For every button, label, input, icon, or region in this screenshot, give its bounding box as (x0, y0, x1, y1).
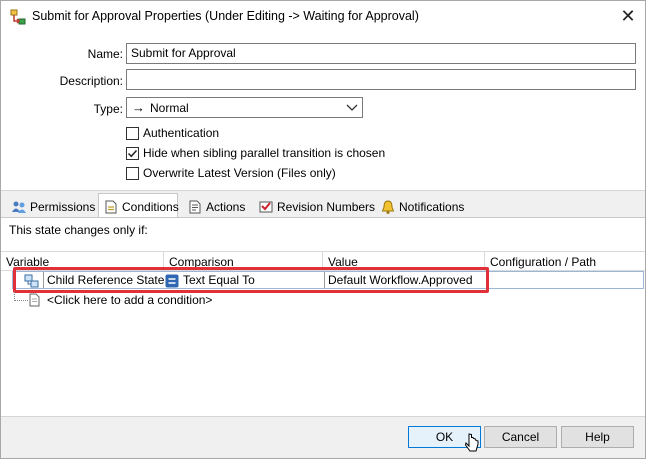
conditions-icon (103, 199, 119, 215)
overwrite-version-checkbox-row[interactable]: Overwrite Latest Version (Files only) (126, 165, 336, 181)
dialog-footer: OK Cancel Help (1, 416, 645, 458)
help-button[interactable]: Help (561, 426, 634, 448)
authentication-checkbox[interactable] (126, 126, 139, 140)
hide-sibling-checkbox-row[interactable]: Hide when sibling parallel transition is… (126, 145, 385, 161)
tab-permissions[interactable]: Permissions (7, 194, 95, 219)
tab-conditions-label: Conditions (122, 200, 179, 214)
conditions-panel: This state changes only if: Variable Com… (1, 217, 645, 416)
actions-icon (187, 199, 203, 215)
tab-conditions[interactable]: Conditions (98, 193, 179, 220)
cancel-button[interactable]: Cancel (484, 426, 557, 448)
hide-sibling-label: Hide when sibling parallel transition is… (143, 146, 386, 160)
tab-actions[interactable]: Actions (183, 194, 245, 219)
name-label: Name: (87, 47, 123, 61)
description-field[interactable] (126, 69, 636, 90)
properties-form: Name: Submit for Approval Description: T… (1, 32, 645, 189)
chevron-down-icon (346, 100, 358, 114)
tab-permissions-label: Permissions (30, 199, 96, 214)
new-condition-icon (28, 292, 42, 311)
tab-strip: Permissions Conditions Actions Revision … (1, 190, 645, 220)
conditions-intro: This state changes only if: (9, 223, 148, 237)
tree-connector (14, 292, 28, 301)
hide-sibling-checkbox[interactable] (126, 146, 139, 160)
add-condition-prompt: <Click here to add a condition> (47, 293, 213, 307)
mouse-cursor-icon (464, 433, 479, 458)
authentication-label: Authentication (143, 126, 220, 140)
authentication-checkbox-row[interactable]: Authentication (126, 125, 219, 141)
bell-icon (380, 199, 396, 215)
close-button[interactable]: ✕ (611, 1, 645, 31)
name-field[interactable]: Submit for Approval (126, 43, 636, 64)
type-label: Type: (93, 102, 123, 116)
highlight-box (13, 267, 489, 293)
transition-icon (10, 9, 26, 25)
tab-revision-numbers[interactable]: Revision Numbers (254, 194, 375, 219)
tab-actions-label: Actions (206, 199, 246, 214)
tab-notifications[interactable]: Notifications (376, 194, 464, 219)
title-bar: Submit for Approval Properties (Under Ed… (1, 1, 645, 32)
overwrite-version-label: Overwrite Latest Version (Files only) (143, 166, 336, 180)
revision-icon (258, 199, 274, 215)
users-icon (11, 199, 27, 215)
tab-revision-numbers-label: Revision Numbers (277, 199, 376, 214)
close-icon: ✕ (620, 5, 636, 26)
right-arrow-icon: → (132, 100, 145, 115)
description-label: Description: (59, 74, 123, 88)
tab-notifications-label: Notifications (399, 199, 465, 214)
type-value: Normal (150, 101, 189, 115)
row-path[interactable] (488, 272, 643, 288)
window-title: Submit for Approval Properties (Under Ed… (32, 9, 419, 23)
column-header-path[interactable]: Configuration / Path (485, 252, 645, 271)
type-select[interactable]: → Normal (126, 97, 363, 118)
overwrite-version-checkbox[interactable] (126, 166, 139, 180)
properties-dialog: Submit for Approval Properties (Under Ed… (0, 0, 646, 459)
